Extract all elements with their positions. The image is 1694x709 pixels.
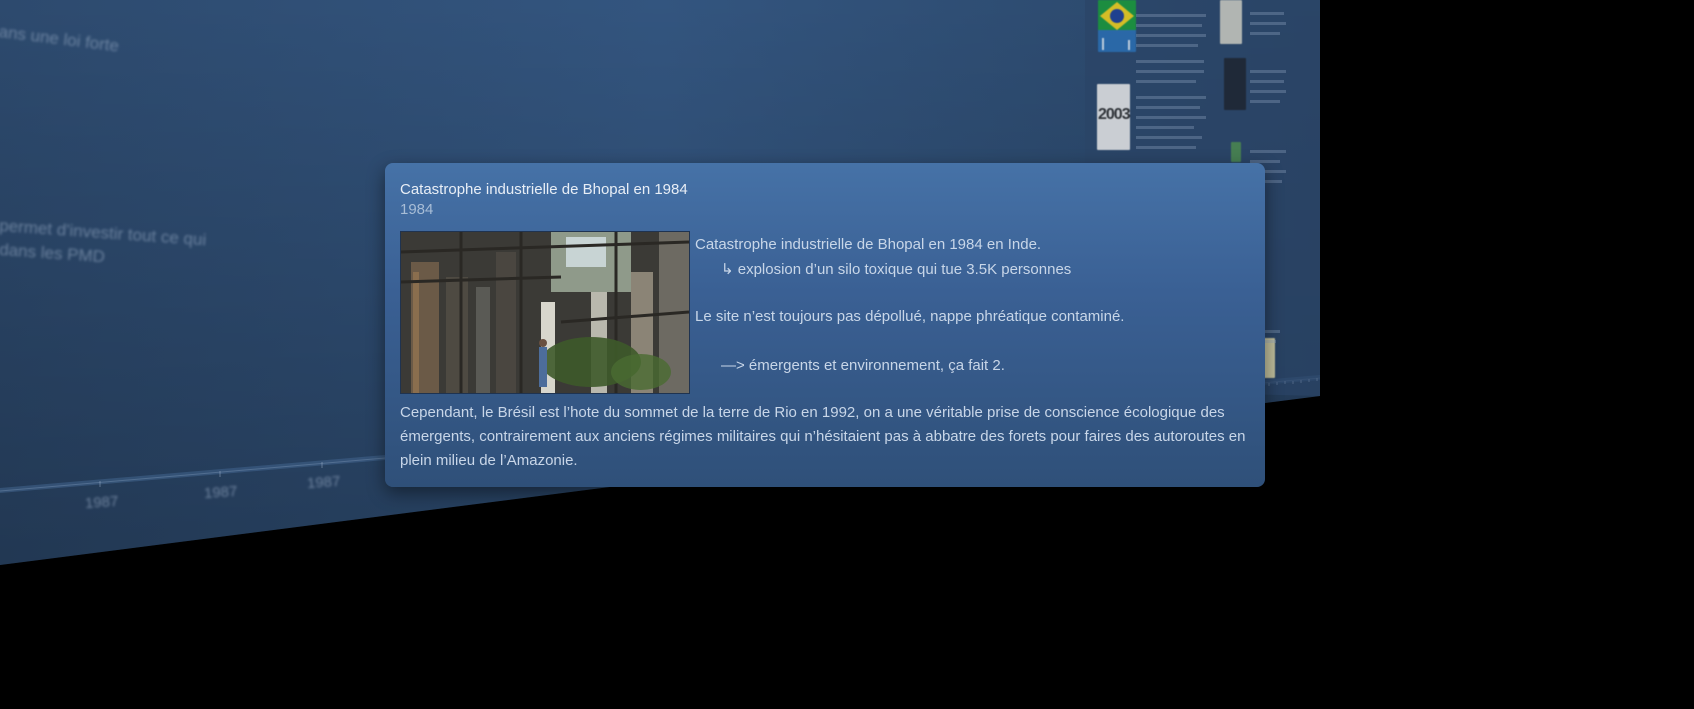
thumbnail-year-label: 2003	[1098, 106, 1131, 123]
thumbnail-caption	[1250, 22, 1286, 25]
thumbnail-caption	[1136, 34, 1206, 37]
popup-text-line: Le site n’est toujours pas dépollué, nap…	[695, 308, 1125, 325]
thumbnail-caption	[1250, 150, 1286, 153]
factory-ruins-photo[interactable]	[400, 231, 690, 394]
thumbnail-caption	[1136, 106, 1200, 109]
popup-text-line: ↳ explosion d’un silo toxique qui tue 3.…	[721, 261, 1072, 278]
thumbnail-caption	[1136, 126, 1194, 129]
popup-text-line: —> émergents et environnement, ça fait 2…	[721, 357, 1005, 374]
timeline-year-label: 1987	[306, 472, 341, 493]
popup-description: Cependant, le Brésil est l’hote du somme…	[400, 404, 1246, 469]
thumbnail-caption	[1250, 32, 1280, 35]
year-2003-thumbnail[interactable]: 2003	[1097, 84, 1131, 150]
thumbnail-caption	[1136, 44, 1198, 47]
popup-title: Catastrophe industrielle de Bhopal en 19…	[400, 181, 688, 198]
photo-thumbnail[interactable]	[1224, 58, 1246, 110]
thumbnail-caption	[1136, 14, 1206, 17]
thumbnail-caption	[1136, 80, 1196, 83]
popup-date: 1984	[400, 201, 434, 218]
photo-thumbnail[interactable]	[1220, 0, 1242, 44]
timeline-year-label: 1987	[84, 492, 119, 513]
brazil-flag-thumbnail[interactable]	[1098, 0, 1136, 52]
thumbnail-caption	[1250, 70, 1286, 73]
thumbnail-caption	[1136, 146, 1196, 149]
thumbnail-caption	[1136, 116, 1206, 119]
thumbnail-caption	[1136, 96, 1206, 99]
thumbnail-caption	[1250, 90, 1286, 93]
thumbnail-caption	[1250, 12, 1284, 15]
thumbnail-caption	[1136, 24, 1202, 27]
popup-text-line: Catastrophe industrielle de Bhopal en 19…	[695, 236, 1042, 253]
thumbnail-caption	[1250, 80, 1284, 83]
timeline-year-label: 1987	[203, 482, 238, 503]
thumbnail-caption	[1136, 136, 1202, 139]
thumbnail-caption	[1250, 100, 1280, 103]
event-popup[interactable]: Catastrophe industrielle de Bhopal en 19…	[385, 163, 1265, 487]
thumbnail-caption	[1136, 70, 1204, 73]
leaf-icon	[1231, 142, 1241, 162]
thumbnail-caption	[1136, 60, 1204, 63]
